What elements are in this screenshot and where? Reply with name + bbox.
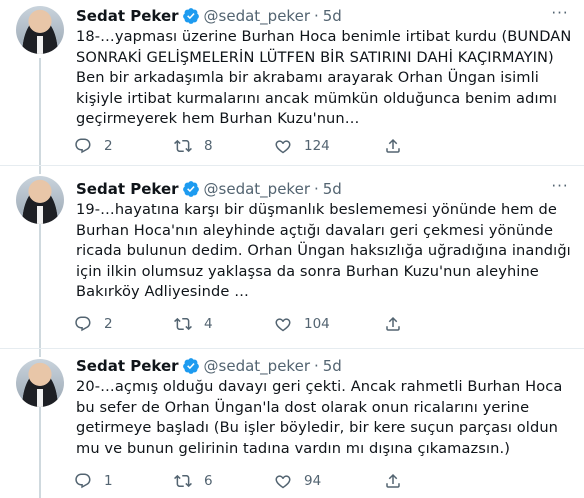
reply-icon: [75, 473, 91, 489]
separator-dot: ·: [313, 7, 319, 25]
retweet-count: 6: [204, 473, 213, 489]
tweet[interactable]: Sedat Peker @sedat_peker · 5d ··· 18-…ya…: [0, 0, 584, 166]
retweet-count: 8: [204, 138, 213, 154]
retweet-icon: [174, 139, 192, 153]
retweet-count: 4: [204, 316, 213, 332]
verified-badge-icon: [182, 181, 199, 197]
tweet-text: 20-…açmış olduğu davayı geri çekti. Anca…: [76, 378, 563, 457]
tweet-actions: 2 4 104: [74, 314, 402, 334]
retweet-button[interactable]: 4: [174, 315, 274, 333]
reply-icon: [75, 138, 91, 154]
more-options-icon[interactable]: ···: [550, 6, 570, 26]
like-button[interactable]: 124: [274, 137, 384, 155]
author-name[interactable]: Sedat Peker: [76, 7, 179, 25]
avatar[interactable]: [16, 6, 64, 54]
thread-connector-line: [39, 407, 41, 498]
like-button[interactable]: 104: [274, 315, 384, 333]
retweet-button[interactable]: 8: [174, 137, 274, 155]
reply-icon: [75, 316, 91, 332]
tweet-header: Sedat Peker @sedat_peker · 5d: [76, 355, 342, 377]
reply-button[interactable]: 1: [74, 472, 174, 490]
share-icon: [386, 473, 400, 488]
like-count: 104: [304, 316, 330, 332]
thread-connector-line: [39, 58, 41, 166]
tweet-header: Sedat Peker @sedat_peker · 5d: [76, 178, 342, 200]
verified-badge-icon: [182, 358, 199, 374]
share-button[interactable]: [384, 315, 402, 333]
reply-count: 2: [104, 316, 113, 332]
like-button[interactable]: 94: [274, 472, 384, 490]
share-button[interactable]: [384, 137, 402, 155]
verified-badge-icon: [182, 8, 199, 24]
reply-button[interactable]: 2: [74, 315, 174, 333]
reply-count: 2: [104, 138, 113, 154]
thread-connector-line: [39, 166, 41, 174]
thread-connector-line: [39, 224, 41, 349]
author-name[interactable]: Sedat Peker: [76, 180, 179, 198]
tweet-actions: 2 8 124: [74, 136, 402, 156]
like-count: 124: [304, 138, 330, 154]
like-count: 94: [304, 473, 322, 489]
author-handle[interactable]: @sedat_peker: [204, 180, 310, 198]
tweet-timestamp[interactable]: 5d: [323, 7, 342, 25]
retweet-icon: [174, 317, 192, 331]
avatar[interactable]: [16, 176, 64, 224]
avatar[interactable]: [16, 359, 64, 407]
retweet-icon: [174, 474, 192, 488]
share-icon: [386, 316, 400, 331]
heart-icon: [275, 140, 291, 154]
more-options-icon[interactable]: ···: [550, 179, 570, 199]
tweet-timestamp[interactable]: 5d: [323, 180, 342, 198]
author-name[interactable]: Sedat Peker: [76, 357, 179, 375]
author-handle[interactable]: @sedat_peker: [204, 7, 310, 25]
heart-icon: [275, 475, 291, 489]
separator-dot: ·: [313, 180, 319, 198]
share-button[interactable]: [384, 472, 402, 490]
reply-count: 1: [104, 473, 113, 489]
tweet-timestamp[interactable]: 5d: [323, 357, 342, 375]
tweet-text: 18-…yapması üzerine Burhan Hoca benimle …: [76, 28, 572, 127]
thread-connector-line: [39, 349, 41, 357]
reply-button[interactable]: 2: [74, 137, 174, 155]
tweet-actions: 1 6 94: [74, 471, 402, 491]
retweet-button[interactable]: 6: [174, 472, 274, 490]
tweet-text: 19-…hayatına karşı bir düşmanlık besleme…: [76, 201, 571, 300]
share-icon: [386, 138, 400, 153]
heart-icon: [275, 318, 291, 332]
tweet[interactable]: Sedat Peker @sedat_peker · 5d ··· 19-…ha…: [0, 166, 584, 349]
tweet[interactable]: Sedat Peker @sedat_peker · 5d 20-…açmış …: [0, 349, 584, 498]
author-handle[interactable]: @sedat_peker: [204, 357, 310, 375]
separator-dot: ·: [313, 357, 319, 375]
tweet-header: Sedat Peker @sedat_peker · 5d: [76, 5, 342, 27]
